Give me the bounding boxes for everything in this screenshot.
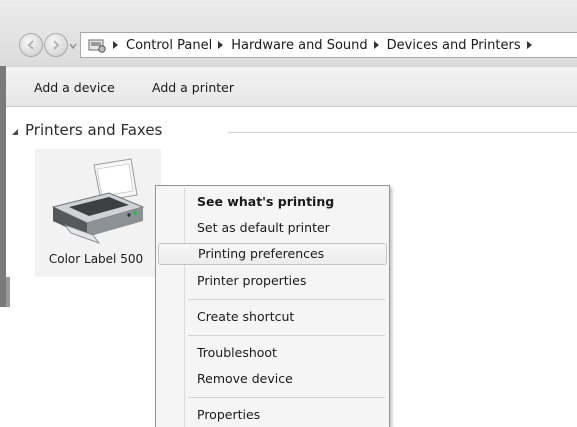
breadcrumb-devices-and-printers[interactable]: Devices and Printers [387,38,521,53]
control-panel-icon [88,39,106,53]
breadcrumb-control-panel[interactable]: Control Panel [126,38,212,53]
explorer-window: Control Panel Hardware and Sound Devices… [0,0,577,427]
recent-pages-dropdown[interactable] [68,38,78,52]
menu-item-see-whats-printing[interactable]: See what's printing [158,191,387,213]
breadcrumb-hardware-and-sound[interactable]: Hardware and Sound [231,38,367,53]
menu-item-remove-device[interactable]: Remove device [158,368,387,390]
printer-icon [51,158,145,244]
menu-item-printer-properties[interactable]: Printer properties [158,270,387,292]
menu-item-set-default-printer[interactable]: Set as default printer [158,217,387,239]
context-menu: See what's printing Set as default print… [155,185,390,427]
device-tile-color-label-500[interactable]: Color Label 500 [35,149,161,277]
forward-arrow-icon [53,40,60,50]
command-bar: Add a device Add a printer [0,66,577,107]
pane-edge [6,277,10,307]
menu-item-properties[interactable]: Properties [158,404,387,426]
breadcrumb-separator-icon[interactable] [373,41,379,49]
menu-item-troubleshoot[interactable]: Troubleshoot [158,342,387,364]
address-bar: Control Panel Hardware and Sound Devices… [0,0,577,66]
menu-separator [188,299,385,300]
add-printer-button[interactable]: Add a printer [152,80,234,95]
breadcrumb-separator-icon[interactable] [113,41,118,49]
forward-button[interactable] [44,33,68,57]
back-button[interactable] [19,33,43,57]
group-divider [228,132,577,133]
back-arrow-icon [27,40,34,50]
add-device-button[interactable]: Add a device [34,80,115,95]
menu-item-printing-preferences[interactable]: Printing preferences [158,243,387,265]
breadcrumb-separator-icon[interactable] [218,41,224,49]
menu-separator [188,335,385,336]
group-header-printers-and-faxes[interactable]: Printers and Faxes [25,121,162,139]
collapse-group-icon[interactable] [11,128,19,136]
breadcrumb[interactable]: Control Panel Hardware and Sound Devices… [80,32,577,58]
menu-separator [188,397,385,398]
menu-item-create-shortcut[interactable]: Create shortcut [158,306,387,328]
chevron-down-icon [69,43,77,50]
breadcrumb-separator-icon[interactable] [526,41,532,49]
device-label: Color Label 500 [48,252,144,266]
